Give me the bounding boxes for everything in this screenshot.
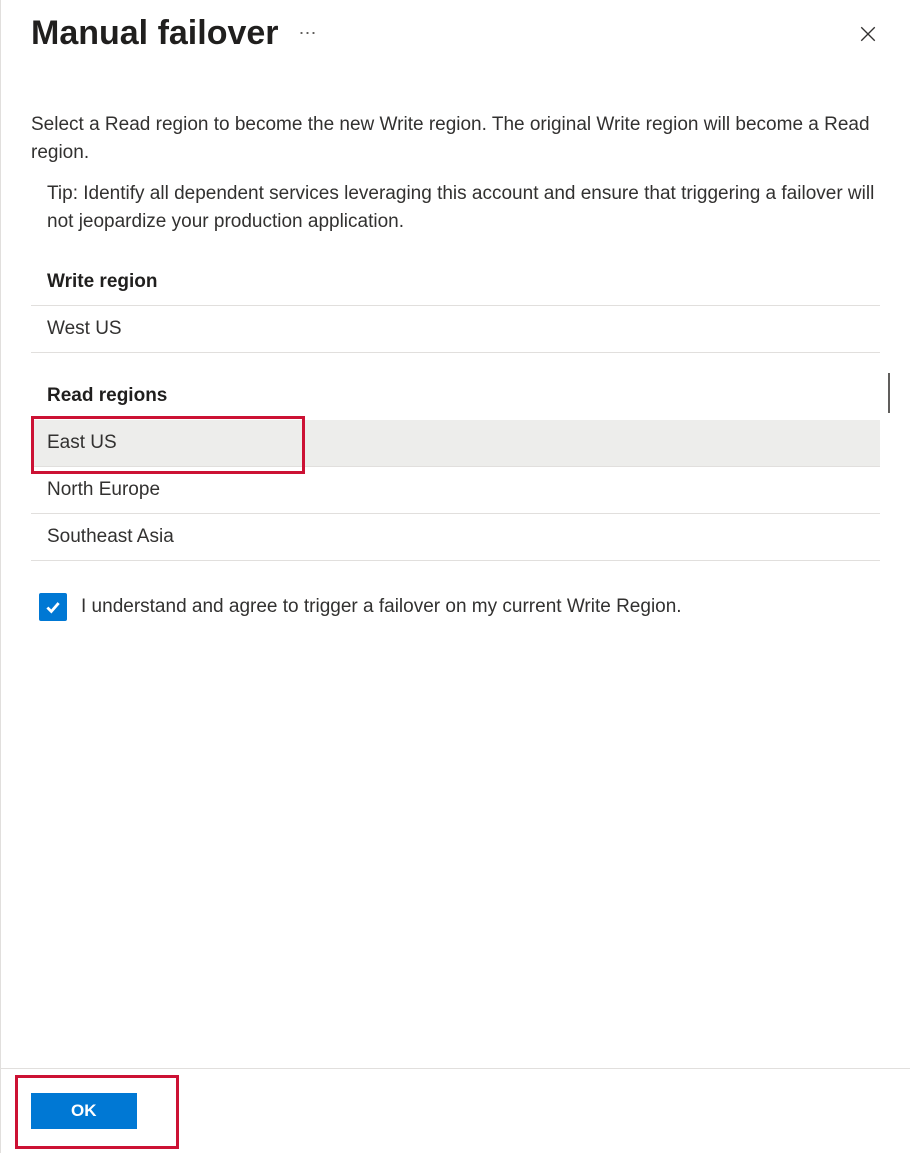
read-region-row[interactable]: Southeast Asia xyxy=(31,514,880,561)
description-text: Select a Read region to become the new W… xyxy=(31,111,880,166)
read-regions-list: East US North Europe Southeast Asia xyxy=(31,419,880,561)
agree-row: I understand and agree to trigger a fail… xyxy=(31,561,880,621)
read-region-row[interactable]: East US xyxy=(31,420,880,467)
panel-content: Select a Read region to become the new W… xyxy=(1,63,910,621)
read-region-row[interactable]: North Europe xyxy=(31,467,880,514)
more-icon[interactable]: ⋯ xyxy=(299,23,318,44)
agree-checkbox[interactable] xyxy=(39,593,67,621)
panel-footer: OK xyxy=(1,1068,910,1153)
panel-header: Manual failover ⋯ xyxy=(1,0,910,63)
panel-title: Manual failover xyxy=(31,14,279,53)
close-icon xyxy=(859,25,877,43)
write-region-row: West US xyxy=(31,306,880,353)
scroll-hint xyxy=(888,373,890,413)
tip-text: Tip: Identify all dependent services lev… xyxy=(31,180,880,235)
check-icon xyxy=(44,598,62,616)
read-regions-header: Read regions xyxy=(31,373,880,419)
close-button[interactable] xyxy=(856,22,880,46)
write-region-header: Write region xyxy=(31,259,880,306)
ok-button[interactable]: OK xyxy=(31,1093,137,1129)
agree-text: I understand and agree to trigger a fail… xyxy=(81,596,682,618)
